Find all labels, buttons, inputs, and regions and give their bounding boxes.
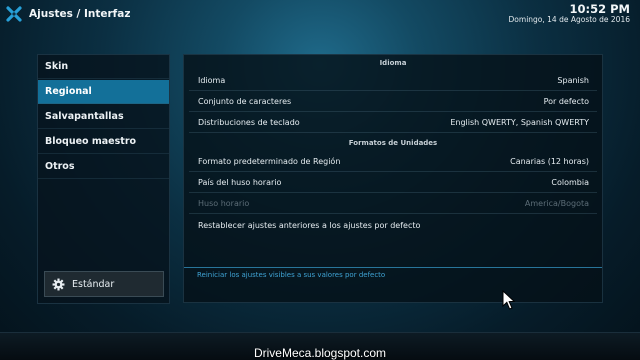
setting-label: Formato predeterminado de Región [198, 157, 341, 166]
section-header-idioma: Idioma [379, 59, 407, 67]
setting-row-formato-region[interactable]: Formato predeterminado de Región Canaria… [189, 152, 597, 172]
panel-divider [184, 267, 602, 268]
clock-time: 10:52 PM [569, 2, 630, 16]
setting-row-distribuciones-teclado[interactable]: Distribuciones de teclado English QWERTY… [189, 113, 597, 133]
kodi-logo-icon[interactable] [6, 6, 22, 22]
setting-value: Spanish [557, 76, 589, 85]
watermark: DriveMeca.blogspot.com [253, 346, 387, 360]
settings-level-button[interactable]: Estándar [44, 271, 164, 297]
sidebar-item-skin[interactable]: Skin [38, 55, 169, 79]
mouse-cursor-icon [502, 290, 516, 310]
setting-value: Colombia [551, 178, 589, 187]
top-bar: Ajustes / Interfaz 10:52 PM Domingo, 14 … [0, 0, 640, 30]
sidebar-item-regional[interactable]: Regional [38, 80, 169, 104]
clock-date: Domingo, 14 de Agosto de 2016 [508, 15, 630, 24]
section-header-formatos: Formatos de Unidades [348, 139, 438, 147]
setting-label: Conjunto de caracteres [198, 97, 292, 106]
help-description: Reiniciar los ajustes visibles a sus val… [197, 271, 386, 279]
sidebar-item-salvapantallas[interactable]: Salvapantallas [38, 105, 169, 129]
setting-value: Canarias (12 horas) [510, 157, 589, 166]
page-title: Ajustes / Interfaz [29, 8, 131, 20]
setting-value: Por defecto [543, 97, 589, 106]
reset-settings-label: Restablecer ajustes anteriores a los aju… [198, 221, 421, 230]
setting-value: English QWERTY, Spanish QWERTY [450, 118, 589, 127]
setting-row-huso-horario: Huso horario America/Bogota [189, 194, 597, 214]
setting-label: Huso horario [198, 199, 250, 208]
setting-label: Distribuciones de teclado [198, 118, 300, 127]
setting-row-idioma[interactable]: Idioma Spanish [189, 71, 597, 91]
category-sidebar: Skin Regional Salvapantallas Bloqueo mae… [37, 54, 170, 304]
setting-row-conjunto-caracteres[interactable]: Conjunto de caracteres Por defecto [189, 92, 597, 112]
setting-label: País del huso horario [198, 178, 282, 187]
setting-row-pais-huso-horario[interactable]: País del huso horario Colombia [189, 173, 597, 193]
setting-value: America/Bogota [524, 199, 589, 208]
setting-label: Idioma [198, 76, 226, 85]
settings-panel: Idioma Idioma Spanish Conjunto de caract… [183, 54, 603, 303]
gear-icon [52, 278, 65, 291]
sidebar-item-otros[interactable]: Otros [38, 155, 169, 179]
sidebar-item-bloqueo-maestro[interactable]: Bloqueo maestro [38, 130, 169, 154]
settings-level-label: Estándar [72, 279, 115, 290]
reset-settings-button[interactable]: Restablecer ajustes anteriores a los aju… [189, 216, 597, 236]
